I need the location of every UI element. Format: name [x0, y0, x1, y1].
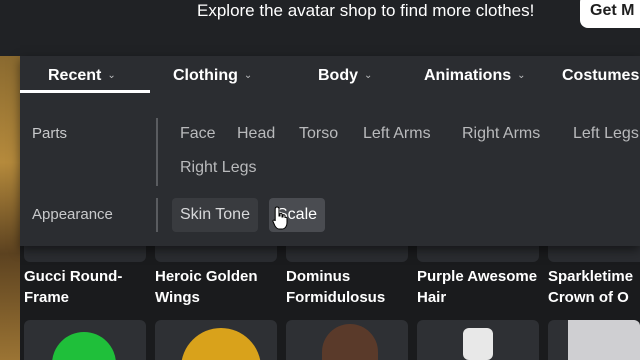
item-thumbnail[interactable]	[24, 320, 146, 360]
item-thumbnail[interactable]	[417, 246, 539, 262]
option-left-legs[interactable]: Left Legs	[573, 121, 640, 147]
parts-label: Parts	[32, 125, 68, 142]
tab-label: Recent	[48, 67, 102, 84]
option-face[interactable]: Face	[180, 121, 216, 147]
green-mask-icon	[52, 332, 116, 360]
item-name[interactable]: Sparkletime Crown of O	[548, 266, 640, 308]
item-thumbnail[interactable]	[155, 246, 277, 262]
tab-costumes[interactable]: Costumes	[562, 64, 639, 88]
item-thumbnail[interactable]	[417, 320, 539, 360]
dominus-hood-icon	[322, 324, 378, 360]
chevron-down-icon: ⌄	[107, 70, 116, 81]
item-name[interactable]: Heroic Golden Wings	[155, 266, 280, 308]
crown-icon	[568, 320, 640, 360]
category-menu: Recent ⌄ Clothing ⌄ Body ⌄ Animations ⌄ Cost…	[20, 56, 640, 246]
category-tabs: Recent ⌄ Clothing ⌄ Body ⌄ Animations ⌄ Cost…	[20, 56, 640, 94]
option-left-arms[interactable]: Left Arms	[363, 121, 431, 147]
divider	[156, 198, 158, 232]
option-right-arms[interactable]: Right Arms	[462, 121, 540, 147]
golden-wings-icon	[181, 328, 261, 360]
get-more-button[interactable]: Get M	[580, 0, 640, 28]
tab-animations[interactable]: Animations ⌄	[424, 64, 526, 88]
item-name[interactable]: Gucci Round-Frame	[24, 266, 149, 308]
tab-label: Clothing	[173, 67, 238, 84]
banner-message: Explore the avatar shop to find more clo…	[197, 1, 535, 20]
tab-clothing[interactable]: Clothing ⌄	[173, 64, 252, 88]
avatar-preview-edge	[0, 56, 20, 360]
item-name[interactable]: Purple Awesome Hair	[417, 266, 542, 308]
item-thumbnail[interactable]	[286, 246, 408, 262]
tab-recent[interactable]: Recent ⌄	[48, 64, 116, 88]
tab-label: Animations	[424, 67, 512, 84]
item-thumbnail[interactable]	[548, 246, 640, 262]
item-thumbnail[interactable]	[548, 320, 640, 360]
hand-cursor-icon	[272, 206, 288, 230]
active-tab-indicator	[20, 90, 150, 93]
tab-body[interactable]: Body ⌄	[318, 64, 372, 88]
top-banner: Explore the avatar shop to find more clo…	[0, 0, 640, 56]
chevron-down-icon: ⌄	[364, 70, 373, 81]
chevron-down-icon: ⌄	[517, 70, 526, 81]
appearance-label: Appearance	[32, 206, 113, 223]
item-name[interactable]: Dominus Formidulosus	[286, 266, 411, 308]
tab-label: Costumes	[562, 67, 640, 84]
chevron-down-icon: ⌄	[243, 70, 253, 81]
item-thumbnail[interactable]	[155, 320, 277, 360]
option-torso[interactable]: Torso	[299, 121, 338, 147]
divider	[156, 118, 158, 186]
avatar-head-icon	[463, 328, 493, 360]
option-head[interactable]: Head	[237, 121, 275, 147]
item-thumbnail[interactable]	[24, 246, 146, 262]
tab-label: Body	[318, 67, 358, 84]
option-skin-tone[interactable]: Skin Tone	[172, 198, 258, 232]
option-right-legs[interactable]: Right Legs	[180, 155, 257, 181]
item-thumbnail[interactable]	[286, 320, 408, 360]
